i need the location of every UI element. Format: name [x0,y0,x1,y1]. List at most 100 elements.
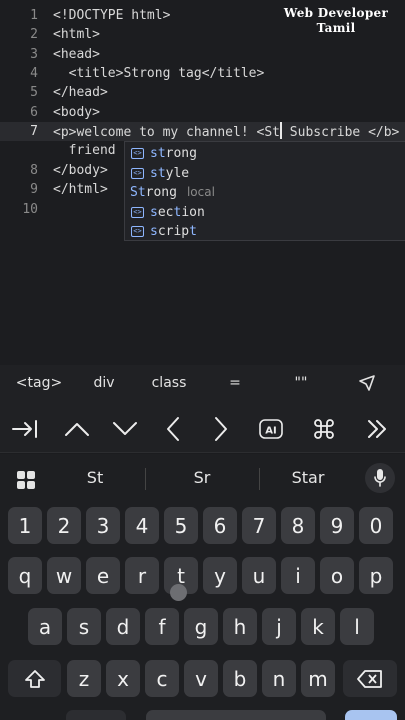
key-h[interactable]: h [223,608,257,645]
key-f[interactable]: f [145,608,179,645]
arrow-up-icon[interactable] [60,413,94,445]
key-a[interactable]: a [28,608,62,645]
symbol-div[interactable]: div [84,375,124,391]
key-6[interactable]: 6 [203,507,237,544]
channel-watermark: Web Developer Tamil [281,6,391,36]
key-8[interactable]: 8 [281,507,315,544]
key-r[interactable]: r [125,557,159,594]
suggestion-2[interactable]: Sr [157,468,247,487]
key-o[interactable]: o [320,557,354,594]
code-text[interactable]: <title>Strong tag</title> [53,64,265,83]
soft-keyboard: St Sr Star 1234567890qwertyuiopasdfghjkl… [0,454,405,720]
autocomplete-label: section [150,204,205,220]
autocomplete-item[interactable]: Strong local [125,183,405,202]
key-w[interactable]: w [47,557,81,594]
key-c[interactable]: c [145,660,179,697]
code-text[interactable]: <p>welcome to my channel! <St Subscribe … [53,122,399,142]
key-k[interactable]: k [301,608,335,645]
key-0[interactable]: 0 [359,507,393,544]
key-x[interactable]: x [106,660,140,697]
key-q[interactable]: q [8,557,42,594]
symbol-class[interactable]: class [144,375,194,391]
key-j[interactable]: j [262,608,296,645]
autocomplete-item[interactable]: <> script [125,222,405,241]
ai-icon[interactable]: AI [254,413,288,445]
apps-grid-icon[interactable] [16,470,36,490]
line-number: 9 [30,182,38,197]
key-b[interactable]: b [223,660,257,697]
code-line: 6 <body> [0,103,405,122]
line-number: 4 [30,66,38,81]
autocomplete-label: Strong local [130,185,215,200]
key-2[interactable]: 2 [47,507,81,544]
key-p[interactable]: p [359,557,393,594]
autocomplete-item[interactable]: <> strong [125,144,405,163]
key-g[interactable]: g [184,608,218,645]
tools-bar: AI [0,405,405,453]
shift-key[interactable] [8,660,61,697]
send-icon[interactable] [356,374,378,396]
code-text[interactable]: <head> [53,45,100,64]
autocomplete-hint: local [186,185,215,199]
space-key[interactable] [146,710,326,720]
code-line: 4 <title>Strong tag</title> [0,64,405,83]
enter-key[interactable] [345,710,397,720]
shift-icon [24,669,45,688]
symbol-bar: <tag> div class = "" [0,365,405,405]
line-number: 3 [30,47,38,62]
double-chevron-right-icon[interactable] [360,413,394,445]
symbols-key[interactable] [66,710,126,720]
code-text[interactable]: </head> [53,83,108,102]
code-text[interactable]: <body> [53,103,100,122]
symbol-equals[interactable]: = [222,375,248,391]
autocomplete-label: strong [150,146,197,161]
key-d[interactable]: d [106,608,140,645]
symbol-quotes[interactable]: "" [287,375,315,391]
autocomplete-item[interactable]: <> section [125,203,405,222]
key-v[interactable]: v [184,660,218,697]
code-text[interactable]: </body> [53,161,108,180]
suggestion-strip: St Sr Star [0,454,405,502]
symbol-tag[interactable]: <tag> [14,375,64,391]
microphone-icon[interactable] [365,463,395,493]
code-line: 7 <p>welcome to my channel! <St Subscribe… [0,122,405,141]
key-n[interactable]: n [262,660,296,697]
key-e[interactable]: e [86,557,120,594]
code-text[interactable]: friend [53,141,116,160]
key-i[interactable]: i [281,557,315,594]
svg-text:AI: AI [265,426,276,437]
key-m[interactable]: m [301,660,335,697]
key-5[interactable]: 5 [164,507,198,544]
autocomplete-label: style [150,165,190,181]
key-1[interactable]: 1 [8,507,42,544]
line-number: 7 [30,124,38,139]
key-9[interactable]: 9 [320,507,354,544]
arrow-right-icon[interactable] [204,413,238,445]
suggestion-divider [259,468,260,490]
suggestion-divider [145,468,146,490]
suggestion-1[interactable]: St [50,468,140,487]
touch-indicator [170,584,187,601]
arrow-left-icon[interactable] [156,413,190,445]
line-number: 2 [30,27,38,42]
key-4[interactable]: 4 [125,507,159,544]
suggestion-3[interactable]: Star [263,468,353,487]
key-3[interactable]: 3 [86,507,120,544]
backspace-key[interactable] [343,660,397,697]
command-key-icon[interactable] [307,413,341,445]
key-7[interactable]: 7 [242,507,276,544]
key-z[interactable]: z [67,660,101,697]
line-number: 8 [30,163,38,178]
code-text[interactable]: </html> [53,180,108,199]
key-s[interactable]: s [67,608,101,645]
code-editor[interactable]: 1 <!DOCTYPE html> 2 <html> 3 <head> 4 <title>S… [0,0,405,365]
key-y[interactable]: y [203,557,237,594]
key-l[interactable]: l [340,608,374,645]
arrow-down-icon[interactable] [108,413,142,445]
code-text[interactable]: <html> [53,25,100,44]
key-u[interactable]: u [242,557,276,594]
code-line: 3 <head> [0,45,405,64]
tab-indent-icon[interactable] [8,413,42,445]
autocomplete-item[interactable]: <> style [125,164,405,183]
code-text[interactable]: <!DOCTYPE html> [53,6,170,25]
